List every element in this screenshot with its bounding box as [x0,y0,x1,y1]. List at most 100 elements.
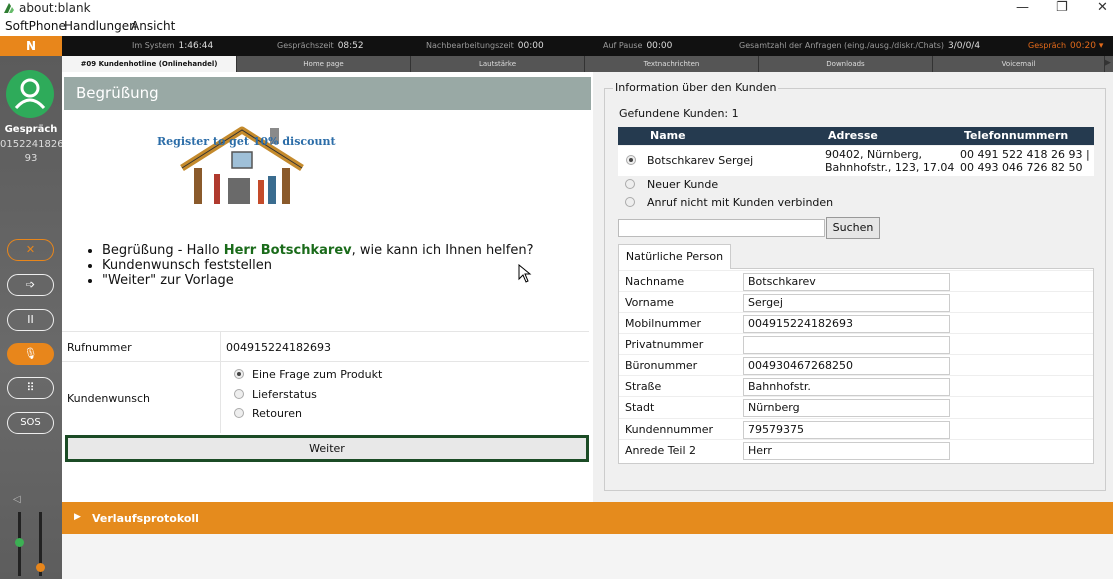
radio-retouren[interactable] [234,408,244,418]
close-button[interactable]: ✕ [1097,0,1108,15]
menu-handlungen[interactable]: Handlungen [64,19,137,33]
field-label: Straße [625,380,662,393]
speaker-icon: ◁ [13,494,21,505]
field-row: Stadt Nürnberg [619,396,1093,417]
customer-table-header: Name Adresse Telefonnummern [618,127,1094,145]
field-input[interactable]: 004930467268250 [743,357,950,375]
option-frage[interactable]: Eine Frage zum Produkt [234,368,382,381]
gespraech-timer[interactable]: Gespräch 00:20 ▾ [1028,41,1103,51]
kundenwunsch-row: Kundenwunsch Eine Frage zum Produkt Lief… [62,361,589,433]
tab-home-page[interactable]: Home page [237,56,411,72]
caller-number-line1: 0152241826 [0,139,64,150]
maximize-button[interactable]: ❐ [1056,0,1068,15]
mic-volume-knob[interactable] [36,563,45,572]
tab-textnachrichten[interactable]: Textnachrichten [585,56,759,72]
tab-lautstaerke[interactable]: Lautstärke [411,56,585,72]
expand-icon[interactable]: ▶ [74,512,81,522]
field-row: Mobilnummer 004915224182693 [619,312,1093,333]
speaker-volume-knob[interactable] [15,538,24,547]
table-row[interactable]: Botschkarev Sergej 90402, Nürnberg, Bahn… [618,146,1094,176]
field-row: Nachname Botschkarev [619,270,1093,291]
radio-customer[interactable] [626,155,636,165]
customer-address-line1: 90402, Nürnberg, [825,148,923,161]
rufnummer-value: 004915224182693 [226,341,331,354]
field-row: Kundennummer 79579375 [619,418,1093,439]
customer-name: Botschkarev Sergej [647,154,754,167]
rufnummer-label: Rufnummer [67,341,132,354]
found-customers: Gefundene Kunden: 1 [619,107,739,120]
hangup-button[interactable]: ✕ [7,239,54,261]
option-nicht-verbinden[interactable]: Anruf nicht mit Kunden verbinden [625,196,833,209]
tab-downloads[interactable]: Downloads [759,56,933,72]
bullet-kundenwunsch: Kundenwunsch feststellen [102,258,534,273]
bottom-area [62,534,1113,579]
avatar [6,70,54,118]
verlaufsprotokoll-bar[interactable]: ▶ Verlaufsprotokoll [62,502,1113,534]
transfer-button[interactable]: ➩ [7,274,54,296]
section-heading: Begrüßung [64,77,591,110]
field-input[interactable]: Nürnberg [743,399,950,417]
tab-voicemail[interactable]: Voicemail [933,56,1105,72]
kundenwunsch-label: Kundenwunsch [67,392,151,405]
customer-info-legend: Information über den Kunden [613,81,779,94]
field-row: Vorname Sergej [619,291,1093,312]
col-telefon: Telefonnummern [964,129,1069,142]
radio-frage[interactable] [234,369,244,379]
caller-number-line2: 93 [24,153,38,164]
hold-button[interactable]: II [7,309,54,331]
logo: N [0,36,62,56]
field-input[interactable]: Sergej [743,294,950,312]
bullet-greeting: Begrüßung - Hallo Herr Botschkarev, wie … [102,243,534,258]
search-input[interactable] [618,219,825,237]
col-name: Name [650,129,686,142]
field-input[interactable]: Botschkarev [743,273,950,291]
window-title: about:blank [19,1,91,15]
mute-button[interactable]: 🎙 [7,343,54,365]
field-row: Anrede Teil 2 Herr [619,439,1093,460]
call-status: Gespräch [4,124,58,135]
option-lieferstatus[interactable]: Lieferstatus [234,388,317,401]
app-icon [4,3,14,13]
weiter-button[interactable]: Weiter [65,435,589,462]
field-label: Mobilnummer [625,317,701,330]
option-neuer-kunde[interactable]: Neuer Kunde [625,178,718,191]
nachbearbeitungszeit: Nachbearbeitungszeit 00:00 [426,41,544,51]
script-bullets: Begrüßung - Hallo Herr Botschkarev, wie … [102,243,534,288]
minimize-button[interactable]: — [1016,0,1029,15]
field-label: Privatnummer [625,338,704,351]
radio-nicht-verbinden[interactable] [625,197,635,207]
im-system: Im System 1:46:44 [132,41,214,51]
field-label: Anrede Teil 2 [625,444,697,457]
field-row: Büronummer 004930467268250 [619,354,1093,375]
option-retouren[interactable]: Retouren [234,407,302,420]
tab-scroll-right-icon[interactable]: ▶ [1104,58,1111,68]
menu-ansicht[interactable]: Ansicht [131,19,175,33]
field-label: Stadt [625,401,655,414]
tab-kundenhotline[interactable]: #09 Kundenhotline (Onlinehandel) [62,56,237,72]
customer-phone-line2: 00 493 046 726 82 50 [960,161,1083,174]
tab-bar: #09 Kundenhotline (Onlinehandel) Home pa… [62,56,1113,72]
window-titlebar: about:blank — ❐ ✕ [0,0,1113,17]
field-input[interactable]: 004915224182693 [743,315,950,333]
field-input[interactable] [743,336,950,354]
field-input[interactable]: 79579375 [743,421,950,439]
dialpad-button[interactable]: ⠿ [7,377,54,399]
field-row: Straße Bahnhofstr. [619,375,1093,396]
menubar: SoftPhone Handlungen Ansicht [0,17,1113,36]
radio-lieferstatus[interactable] [234,389,244,399]
search-button[interactable]: Suchen [826,217,880,239]
customer-phone-line1: 00 491 522 418 26 93 | [960,148,1090,161]
field-row: Privatnummer [619,333,1093,354]
user-icon [14,78,46,110]
field-label: Vorname [625,296,674,309]
field-input[interactable]: Herr [743,442,950,460]
menu-softphone[interactable]: SoftPhone [5,19,66,33]
sos-button[interactable]: SOS [7,412,54,434]
radio-neuer-kunde[interactable] [625,179,635,189]
field-input[interactable]: Bahnhofstr. [743,378,950,396]
tab-natuerliche-person[interactable]: Natürliche Person [618,244,731,269]
discount-banner: Register to get 10% discount [157,135,336,148]
rufnummer-row: Rufnummer 004915224182693 [62,331,589,361]
status-bar: Im System 1:46:44 Gesprächszeit 08:52 Nach… [62,36,1113,56]
field-label: Kundennummer [625,423,713,436]
